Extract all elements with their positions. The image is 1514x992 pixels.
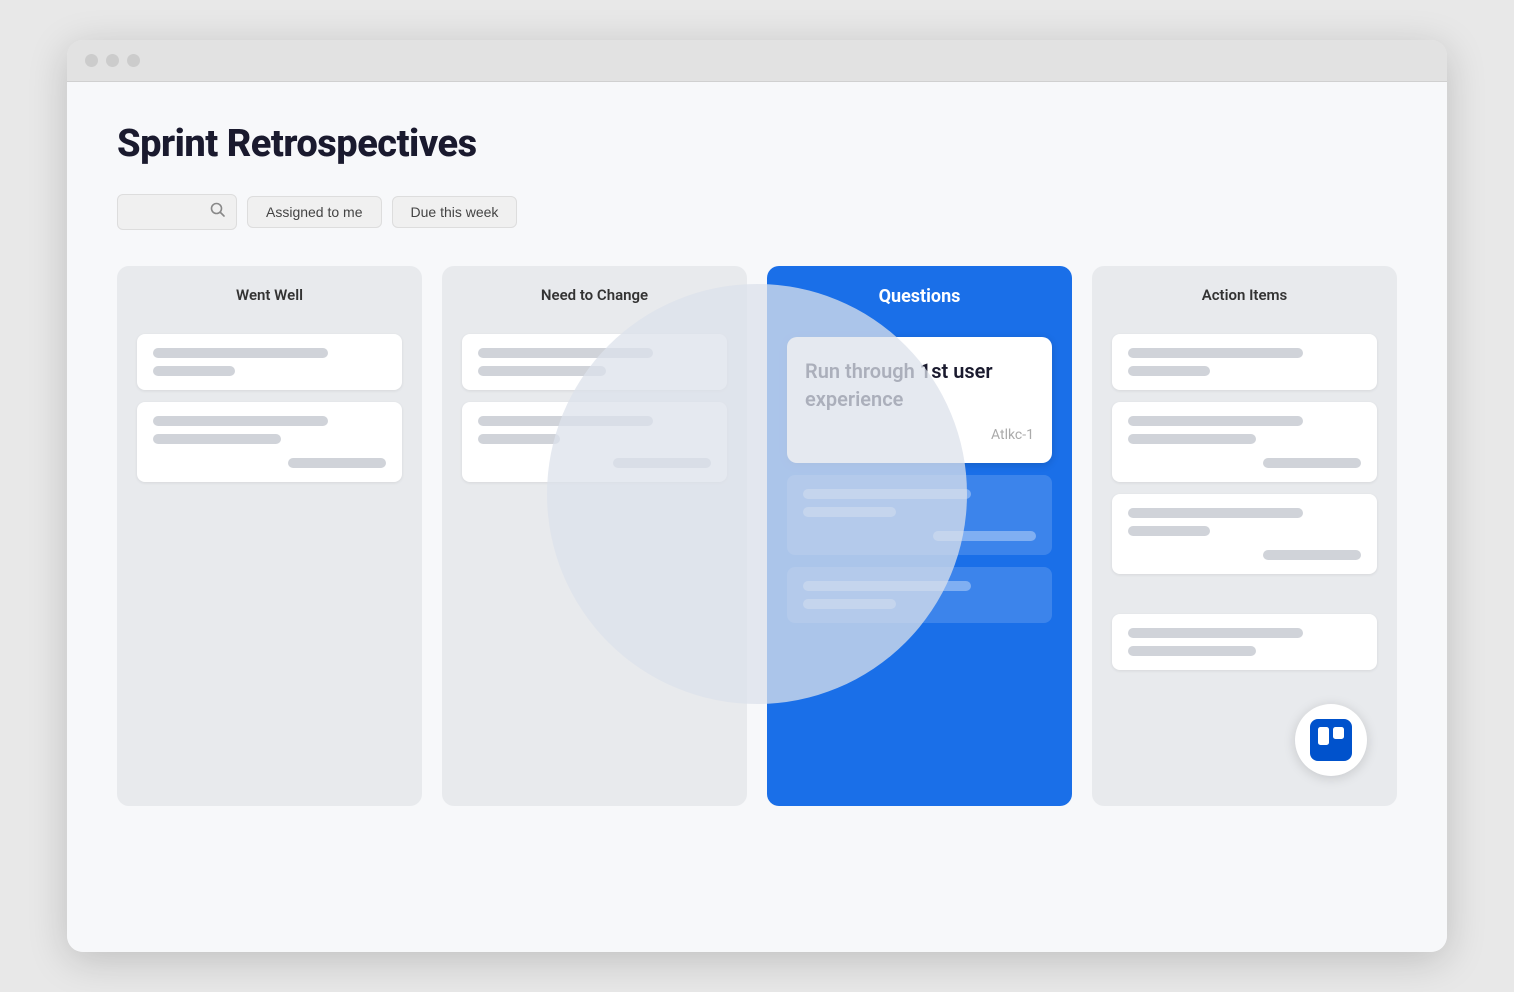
card-bar	[153, 434, 281, 444]
browser-window: Sprint Retrospectives Assigned to me Due…	[67, 40, 1447, 952]
card[interactable]	[137, 334, 402, 390]
column-need-to-change: Need to Change	[442, 266, 747, 806]
browser-dot-green	[127, 54, 140, 67]
card[interactable]	[1112, 402, 1377, 482]
column-header-went-well: Went Well	[137, 286, 402, 316]
card-bar	[1128, 646, 1256, 656]
card-blue-bar	[803, 599, 896, 609]
card-footer-bar	[288, 458, 386, 468]
due-this-week-filter[interactable]: Due this week	[392, 196, 518, 228]
featured-card[interactable]: Run through 1st user experience Atlkc-1	[787, 337, 1052, 463]
search-icon	[210, 202, 226, 222]
card[interactable]	[1112, 494, 1377, 574]
browser-dot-yellow	[106, 54, 119, 67]
card[interactable]	[462, 402, 727, 482]
featured-card-title: Run through 1st user experience	[805, 357, 1034, 413]
card-bar	[1128, 348, 1303, 358]
browser-content: Sprint Retrospectives Assigned to me Due…	[67, 82, 1447, 952]
card-bar	[1128, 508, 1303, 518]
assigned-to-me-filter[interactable]: Assigned to me	[247, 196, 382, 228]
trello-logo	[1295, 704, 1367, 776]
browser-titlebar	[67, 40, 1447, 82]
search-box[interactable]	[117, 194, 237, 230]
card-bar	[478, 348, 653, 358]
card-blue[interactable]	[787, 567, 1052, 623]
card[interactable]	[462, 334, 727, 390]
card-bar	[478, 416, 653, 426]
column-questions: Questions Run through 1st user experienc…	[767, 266, 1072, 806]
card-blue-bar	[803, 489, 971, 499]
card-extra	[1112, 614, 1377, 670]
card-blue-bar	[803, 581, 971, 591]
card-blue-bar	[803, 507, 896, 517]
card-bar	[1128, 434, 1256, 444]
card[interactable]	[1112, 334, 1377, 390]
card-bar	[478, 434, 560, 444]
filter-bar: Assigned to me Due this week	[117, 194, 1397, 230]
page-title: Sprint Retrospectives	[117, 122, 1397, 166]
featured-card-id: Atlkc-1	[805, 427, 1034, 443]
column-went-well: Went Well	[117, 266, 422, 806]
column-header-action-items: Action Items	[1112, 286, 1377, 316]
card-bar	[153, 416, 328, 426]
board-columns: Went Well Need to Change	[117, 266, 1397, 806]
board-wrap: Went Well Need to Change	[117, 266, 1397, 806]
card-bar	[1128, 366, 1210, 376]
card-bar	[1128, 526, 1210, 536]
card-bar	[1128, 628, 1303, 638]
card-bar	[1128, 416, 1303, 426]
trello-icon	[1310, 719, 1352, 761]
card-footer-bar	[1263, 550, 1361, 560]
card-bar	[478, 366, 606, 376]
card[interactable]	[1112, 614, 1377, 670]
card-blue[interactable]	[787, 475, 1052, 555]
column-header-need-to-change: Need to Change	[462, 286, 727, 316]
card-footer-bar	[1263, 458, 1361, 468]
card-blue-footer-bar	[933, 531, 1036, 541]
card-footer-bar	[613, 458, 711, 468]
card-bar	[153, 348, 328, 358]
column-header-questions: Questions	[787, 286, 1052, 319]
browser-dot-red	[85, 54, 98, 67]
card[interactable]	[137, 402, 402, 482]
card-bar	[153, 366, 235, 376]
